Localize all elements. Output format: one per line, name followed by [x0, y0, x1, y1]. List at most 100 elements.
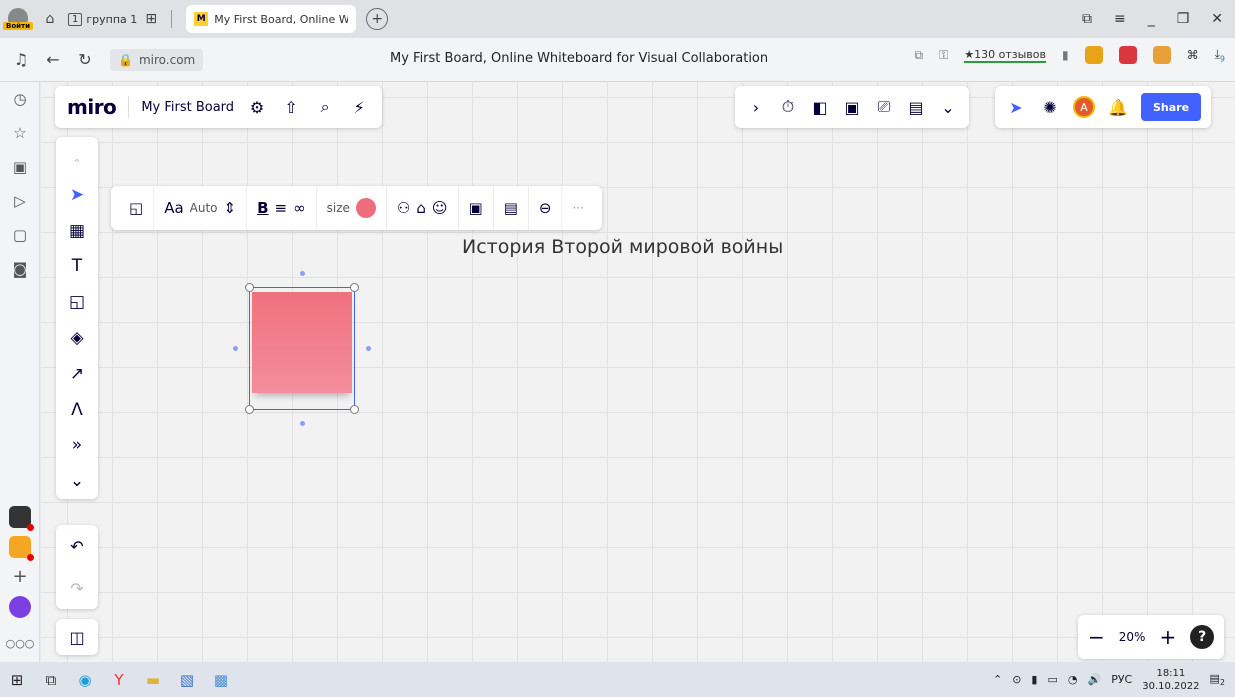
help-button[interactable]: ?: [1190, 625, 1215, 649]
undo-icon[interactable]: ↶: [66, 537, 88, 556]
board-name[interactable]: My First Board: [141, 100, 234, 115]
share-button[interactable]: Share: [1141, 93, 1202, 121]
board-panel-toggle[interactable]: ◫: [56, 619, 98, 655]
notification-center-icon[interactable]: ▤2: [1210, 672, 1226, 687]
shapes-tool-icon[interactable]: ◈: [56, 320, 98, 356]
tray-microphone-icon[interactable]: ▮: [1031, 673, 1037, 686]
collections-icon[interactable]: ▣: [0, 150, 40, 184]
extension-puzzle-icon[interactable]: ⌘: [1187, 48, 1199, 62]
tray-network-icon[interactable]: ◔: [1068, 673, 1078, 686]
sidebar-app-yandex-icon[interactable]: [9, 536, 34, 561]
tag-icon[interactable]: ⌂: [416, 199, 426, 217]
connector-dot-right[interactable]: [366, 346, 371, 351]
zoom-out-button[interactable]: −: [1088, 625, 1105, 649]
yandex-browser-icon[interactable]: Y: [102, 662, 136, 697]
connector-arrow-icon[interactable]: ↗: [56, 356, 98, 392]
user-avatar[interactable]: A: [1073, 96, 1095, 118]
comment-button[interactable]: ▤: [494, 186, 529, 230]
downloads-icon[interactable]: ⤓9: [1215, 47, 1225, 63]
tray-battery-icon[interactable]: ▭: [1047, 673, 1057, 686]
connector-dot-bottom[interactable]: [300, 421, 305, 426]
sticky-note[interactable]: [252, 292, 352, 393]
tab-active[interactable]: M My First Board, Online W ×: [186, 5, 357, 33]
bookmark-icon[interactable]: ▮: [1062, 48, 1069, 62]
board-canvas[interactable]: miro My First Board ⚙ ⇧ ⌕ ⚡ › ⏱ ◧ ▣ ⎚ ▤ …: [41, 82, 1235, 662]
text-tool-icon[interactable]: T: [56, 248, 98, 284]
collapse-up-icon[interactable]: ⌃: [56, 151, 98, 177]
voting-icon[interactable]: ▣: [841, 98, 863, 117]
menu-icon[interactable]: ≡: [1114, 11, 1126, 27]
sticky-note-tool-icon[interactable]: ◱: [56, 284, 98, 320]
settings-gear-icon[interactable]: ⚙: [246, 98, 268, 117]
tray-volume-icon[interactable]: 🔊: [1088, 673, 1102, 686]
note-type-button[interactable]: ◱: [119, 186, 155, 230]
presentation-icon[interactable]: ⎚: [873, 97, 895, 117]
notes-doc-icon[interactable]: ▤: [905, 98, 927, 117]
word-icon[interactable]: ▧: [170, 662, 204, 697]
connector-dot-left[interactable]: [233, 346, 238, 351]
favorites-star-icon[interactable]: ☆: [0, 116, 40, 150]
reload-icon[interactable]: ↻: [74, 50, 96, 69]
integrations-plug-icon[interactable]: ⚡: [348, 98, 370, 117]
sidebar-add-icon[interactable]: +: [9, 566, 31, 588]
miro-logo[interactable]: miro: [67, 95, 117, 119]
minimize-icon[interactable]: _: [1148, 11, 1155, 27]
select-cursor-icon[interactable]: ➤: [56, 177, 98, 213]
login-button[interactable]: Войти: [0, 0, 36, 38]
close-icon[interactable]: ✕: [1211, 11, 1223, 27]
reaction-emoji-icon[interactable]: ☺: [432, 199, 448, 217]
search-icon[interactable]: ⌕: [314, 97, 336, 117]
resize-handle-bottom-right[interactable]: [350, 405, 359, 414]
keyboard-language[interactable]: РУС: [1111, 673, 1132, 686]
zoom-in-button[interactable]: +: [1159, 625, 1176, 649]
align-icon[interactable]: ≡: [275, 199, 288, 217]
tab-group[interactable]: 1 группа 1: [68, 12, 137, 26]
url-field[interactable]: 🔒 miro.com: [110, 48, 204, 71]
sidebar-app-camera-icon[interactable]: [9, 506, 34, 531]
clock[interactable]: 18:11 30.10.2022: [1142, 667, 1199, 693]
expand-chevron-icon[interactable]: ›: [745, 98, 767, 117]
redo-icon[interactable]: ↷: [66, 579, 88, 598]
timer-icon[interactable]: ⏱: [777, 97, 799, 117]
tray-chevron-icon[interactable]: ⌃: [993, 673, 1002, 686]
new-tab-button[interactable]: +: [366, 8, 389, 30]
reviews-link[interactable]: ★130 отзывов: [964, 48, 1046, 63]
apps-chevron-down-icon[interactable]: ⌄: [56, 463, 98, 499]
more-chevron-down-icon[interactable]: ⌄: [937, 98, 959, 117]
pen-tool-icon[interactable]: Λ: [56, 392, 98, 428]
board-text-item[interactable]: История Второй мировой войны: [462, 236, 783, 258]
file-explorer-icon[interactable]: ▬: [136, 662, 170, 697]
frames-icon[interactable]: ◧: [809, 98, 831, 117]
font-size-stepper-icon[interactable]: ⇕: [224, 199, 237, 217]
edge-browser-icon[interactable]: ◉: [68, 662, 102, 697]
screenshot-icon[interactable]: ◙: [0, 252, 40, 286]
add-tab-to-group-icon[interactable]: ⊞: [141, 9, 161, 29]
note-color-swatch[interactable]: [355, 198, 376, 218]
video-play-icon[interactable]: ▷: [0, 184, 40, 218]
more-options-button[interactable]: ···: [562, 186, 593, 230]
extension-adblock-icon[interactable]: [1084, 46, 1103, 64]
font-size-control[interactable]: Aa Auto ⇕: [154, 186, 248, 230]
history-icon[interactable]: ◷: [0, 82, 40, 116]
windows-start-icon[interactable]: ⊞: [0, 662, 34, 697]
bold-icon[interactable]: B: [257, 199, 268, 217]
link-icon[interactable]: ∞: [293, 199, 306, 217]
connector-dot-top[interactable]: [300, 271, 305, 276]
home-icon[interactable]: ⌂: [40, 9, 60, 29]
cursor-follow-icon[interactable]: ➤: [1005, 98, 1027, 117]
more-tools-icon[interactable]: »: [56, 427, 98, 463]
selected-sticky-note[interactable]: [233, 271, 371, 426]
celebrate-icon[interactable]: ✺: [1039, 98, 1061, 117]
card-convert-button[interactable]: ▣: [459, 186, 494, 230]
back-arrow-icon[interactable]: ←: [42, 50, 64, 69]
resize-handle-bottom-left[interactable]: [245, 405, 254, 414]
protect-icon[interactable]: ⚿: [939, 48, 948, 63]
notifications-bell-icon[interactable]: ♫: [10, 50, 32, 69]
task-view-icon[interactable]: ⧉: [34, 662, 68, 697]
restore-icon[interactable]: ❐: [1177, 11, 1190, 27]
paint-icon[interactable]: ▩: [204, 662, 238, 697]
resize-handle-top-right[interactable]: [350, 283, 359, 292]
translate-icon[interactable]: ⧉: [915, 48, 924, 63]
export-upload-icon[interactable]: ⇧: [280, 98, 302, 117]
notifications-icon[interactable]: 🔔: [1107, 98, 1129, 117]
